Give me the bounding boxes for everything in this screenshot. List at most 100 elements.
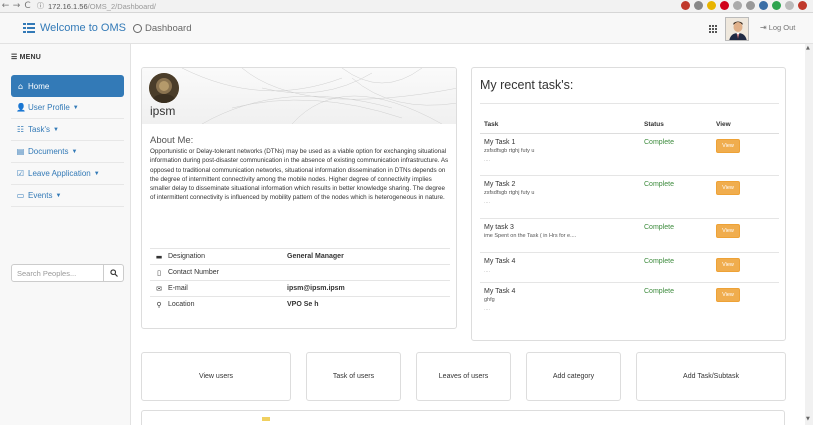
sidebar-item-user-profile[interactable]: 👤 User Profile ▼	[11, 97, 124, 119]
profile-ext-icon[interactable]	[798, 1, 807, 10]
sidebar-item-documents[interactable]: ▤ Documents ▼	[11, 141, 124, 163]
back-icon[interactable]: ←	[0, 1, 11, 12]
tasks-table: Task Status View My Task 1 zsfsdfsgb rtg…	[480, 116, 779, 321]
task-name: My task 3	[484, 224, 514, 231]
browser-toolbar: ← → C ⓘ 172.16.1.56 /OMS_2/Dashboard/	[0, 0, 813, 13]
adblock-icon[interactable]	[720, 1, 729, 10]
page-scrollbar[interactable]: ▲ ▼	[805, 44, 813, 425]
sidebar-item-label: User Profile	[28, 103, 70, 112]
detail-label: Designation	[168, 253, 205, 260]
caret-down-icon: ▼	[55, 192, 62, 199]
view-task-button[interactable]: View	[716, 181, 740, 195]
detail-row-contact: ▯ Contact Number	[150, 264, 450, 280]
sidebar-item-tasks[interactable]: ☷ Task's ▼	[11, 119, 124, 141]
task-name: My Task 2	[484, 181, 516, 188]
search-button[interactable]	[104, 264, 124, 282]
address-bar[interactable]: ⓘ 172.16.1.56 /OMS_2/Dashboard/	[37, 1, 156, 11]
home-icon: ⌂	[17, 81, 24, 91]
caret-down-icon: ▼	[71, 148, 78, 155]
task-description: ime Spent on the Task ( in Hrs for e....	[484, 233, 577, 239]
extension-icon[interactable]	[733, 1, 742, 10]
detail-value: ipsm@ipsm.ipsm	[287, 285, 345, 292]
header-view: View	[716, 121, 731, 128]
task-more: ....	[484, 268, 491, 274]
task-status: Complete	[644, 139, 674, 146]
task-description: zsfsdfsgb rtghj futy u	[484, 190, 535, 196]
detail-row-location: ⚲ Location VPO Se h	[150, 296, 450, 312]
detail-row-email: ✉ E-mail ipsm@ipsm.ipsm	[150, 280, 450, 296]
task-more: ....	[484, 306, 491, 312]
address-path: /OMS_2/Dashboard/	[87, 1, 156, 11]
brand-link[interactable]: Welcome to OMS	[23, 22, 126, 34]
task-status: Complete	[644, 258, 674, 265]
add-task-subtask-button[interactable]: Add Task/Subtask	[636, 352, 786, 401]
puzzle-icon[interactable]	[746, 1, 755, 10]
detail-label: Location	[168, 301, 195, 308]
address-host: 172.16.1.56	[48, 1, 88, 11]
view-task-button[interactable]: View	[716, 258, 740, 272]
view-task-button[interactable]: View	[716, 139, 740, 153]
menu-title: ☰ MENU	[11, 53, 41, 61]
sidebar-item-home[interactable]: ⌂ Home	[11, 75, 124, 97]
task-status: Complete	[644, 181, 674, 188]
profile-avatar	[149, 73, 179, 103]
search-input[interactable]	[11, 264, 104, 282]
table-row: My Task 2 zsfsdfsgb rtghj futy u .... Co…	[480, 176, 779, 219]
drive-icon[interactable]	[759, 1, 768, 10]
view-task-button[interactable]: View	[716, 224, 740, 238]
menu-icon[interactable]	[785, 1, 794, 10]
task-name: My Task 4	[484, 258, 516, 265]
profile-card: ipsm About Me: Opportunistic or Delay-to…	[141, 67, 457, 329]
key-icon[interactable]	[694, 1, 703, 10]
recent-tasks-card: My recent task's: Task Status View My Ta…	[471, 67, 786, 341]
leaves-of-users-button[interactable]: Leaves of users	[416, 352, 511, 401]
task-more: ....	[484, 157, 491, 163]
sidebar-nav: ⌂ Home 👤 User Profile ▼ ☷ Task's ▼ ▤ Doc…	[11, 75, 124, 207]
avatar[interactable]	[725, 17, 749, 41]
monitor-icon: ▭	[16, 191, 25, 200]
top-navbar: Welcome to OMS Dashboard ⇥ Log Out	[0, 13, 813, 44]
table-row: My Task 4 .... Complete View	[480, 253, 779, 283]
detail-value: General Manager	[287, 253, 344, 260]
info-icon: ⓘ	[37, 2, 44, 10]
phone-icon: ▯	[157, 268, 161, 277]
task-of-users-button[interactable]: Task of users	[306, 352, 401, 401]
divider	[480, 103, 779, 104]
gear-icon[interactable]	[772, 1, 781, 10]
sidebar: ☰ MENU ⌂ Home 👤 User Profile ▼ ☷ Task's …	[0, 44, 131, 425]
about-title: About Me:	[150, 135, 194, 146]
briefcase-icon: ▬	[155, 252, 163, 261]
scroll-up-icon[interactable]: ▲	[806, 45, 810, 51]
tasks-icon: ☷	[16, 125, 25, 134]
sidebar-item-label: Events	[28, 191, 53, 200]
logout-link[interactable]: ⇥ Log Out	[760, 23, 795, 32]
sidebar-item-leave-application[interactable]: ☑ Leave Application ▼	[11, 163, 124, 185]
brand-label: Welcome to OMS	[40, 22, 126, 34]
sidebar-item-label: Home	[28, 81, 50, 91]
people-search	[11, 264, 124, 282]
apps-grid-icon[interactable]	[709, 25, 717, 33]
user-photo-icon	[726, 18, 748, 40]
view-task-button[interactable]: View	[716, 288, 740, 302]
logout-label: Log Out	[768, 23, 796, 32]
extension-icons	[681, 1, 807, 10]
recent-tasks-title: My recent task's:	[480, 78, 574, 92]
reload-icon[interactable]: C	[22, 1, 33, 12]
add-category-button[interactable]: Add category	[526, 352, 621, 401]
view-users-button[interactable]: View users	[141, 352, 291, 401]
caret-down-icon: ▼	[93, 170, 100, 177]
translate-icon[interactable]	[681, 1, 690, 10]
detail-label: E-mail	[168, 285, 188, 292]
star-icon[interactable]	[707, 1, 716, 10]
sidebar-item-label: Task's	[28, 125, 50, 134]
sidebar-item-events[interactable]: ▭ Events ▼	[11, 185, 124, 207]
dashboard-link[interactable]: Dashboard	[133, 23, 191, 34]
search-icon	[109, 269, 118, 277]
table-row: My Task 1 zsfsdfsgb rtghj futy u .... Co…	[480, 134, 779, 176]
forward-icon[interactable]: →	[11, 1, 22, 12]
dashboard-icon	[133, 24, 142, 33]
profile-name: ipsm	[150, 104, 176, 118]
scroll-down-icon[interactable]: ▼	[806, 416, 810, 422]
profile-details: ▬ Designation General Manager ▯ Contact …	[150, 248, 450, 312]
hamburger-icon: ☰	[11, 54, 20, 61]
